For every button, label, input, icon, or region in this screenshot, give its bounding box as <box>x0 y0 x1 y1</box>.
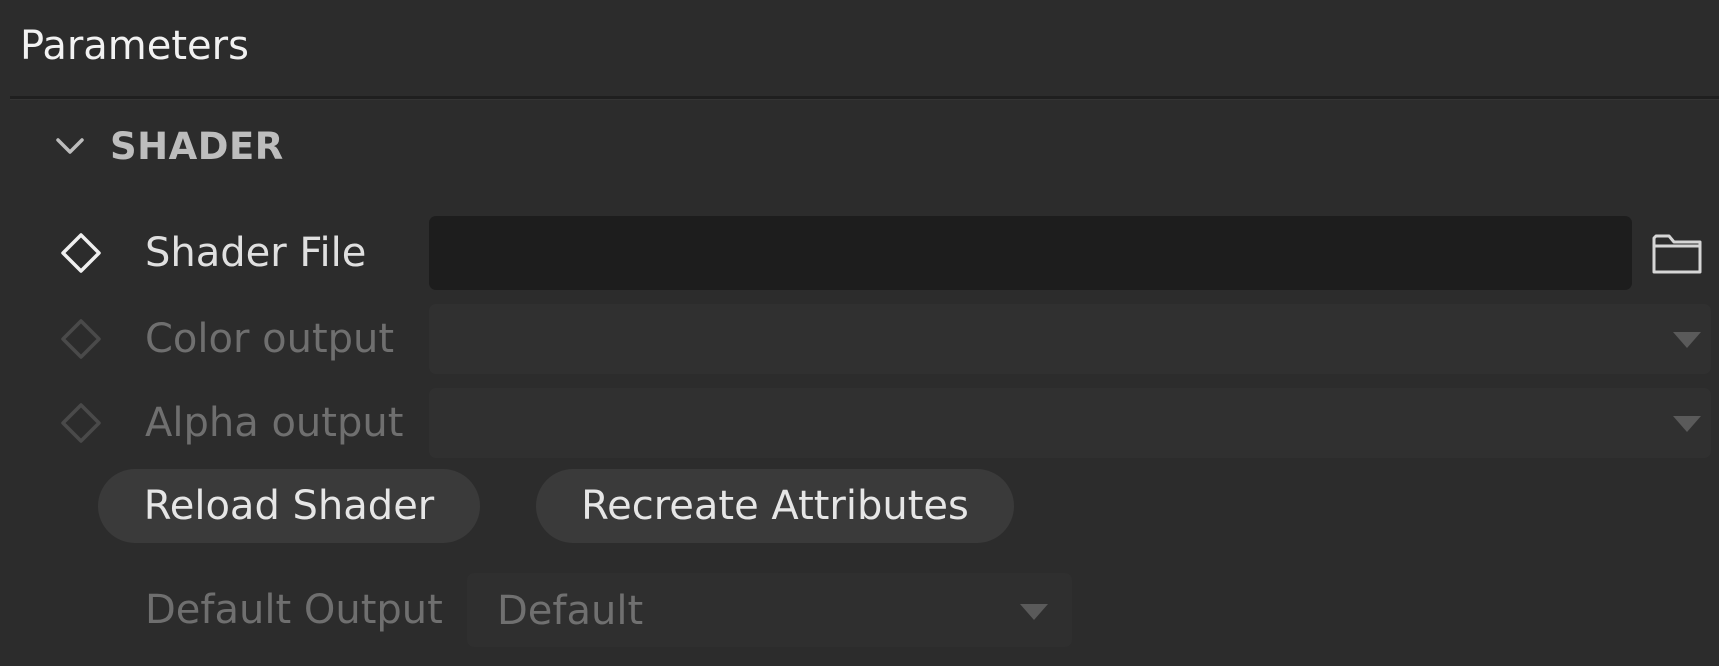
shader-file-label: Shader File <box>145 230 367 276</box>
recreate-attributes-button[interactable]: Recreate Attributes <box>536 469 1014 543</box>
shader-file-row: Shader File <box>0 216 1719 290</box>
keyframe-diamond-icon <box>61 403 101 443</box>
chevron-down-icon <box>56 138 84 154</box>
alpha-output-label: Alpha output <box>145 400 404 446</box>
color-output-select[interactable] <box>429 304 1711 374</box>
keyframe-diamond-icon[interactable] <box>57 229 105 277</box>
default-output-value: Default <box>497 588 644 634</box>
reload-shader-button[interactable]: Reload Shader <box>98 469 480 543</box>
dropdown-arrow-icon <box>1020 604 1048 620</box>
folder-icon[interactable] <box>1650 226 1704 280</box>
shader-file-input[interactable] <box>429 216 1632 290</box>
section-label: SHADER <box>110 124 284 168</box>
panel-title: Parameters <box>20 23 249 69</box>
dropdown-arrow-icon <box>1673 416 1701 432</box>
alpha-output-row: Alpha output <box>0 386 1719 460</box>
section-header-shader[interactable]: SHADER <box>52 122 284 170</box>
color-output-row: Color output <box>0 302 1719 376</box>
dropdown-arrow-icon <box>1673 332 1701 348</box>
title-divider <box>10 96 1719 100</box>
parameters-panel: Parameters SHADER Shader File Color outp… <box>0 0 1719 666</box>
color-output-label: Color output <box>145 316 395 362</box>
default-output-select[interactable]: Default <box>467 573 1072 647</box>
default-output-label: Default Output <box>145 587 443 633</box>
alpha-output-select[interactable] <box>429 388 1711 458</box>
keyframe-diamond-icon <box>61 319 101 359</box>
